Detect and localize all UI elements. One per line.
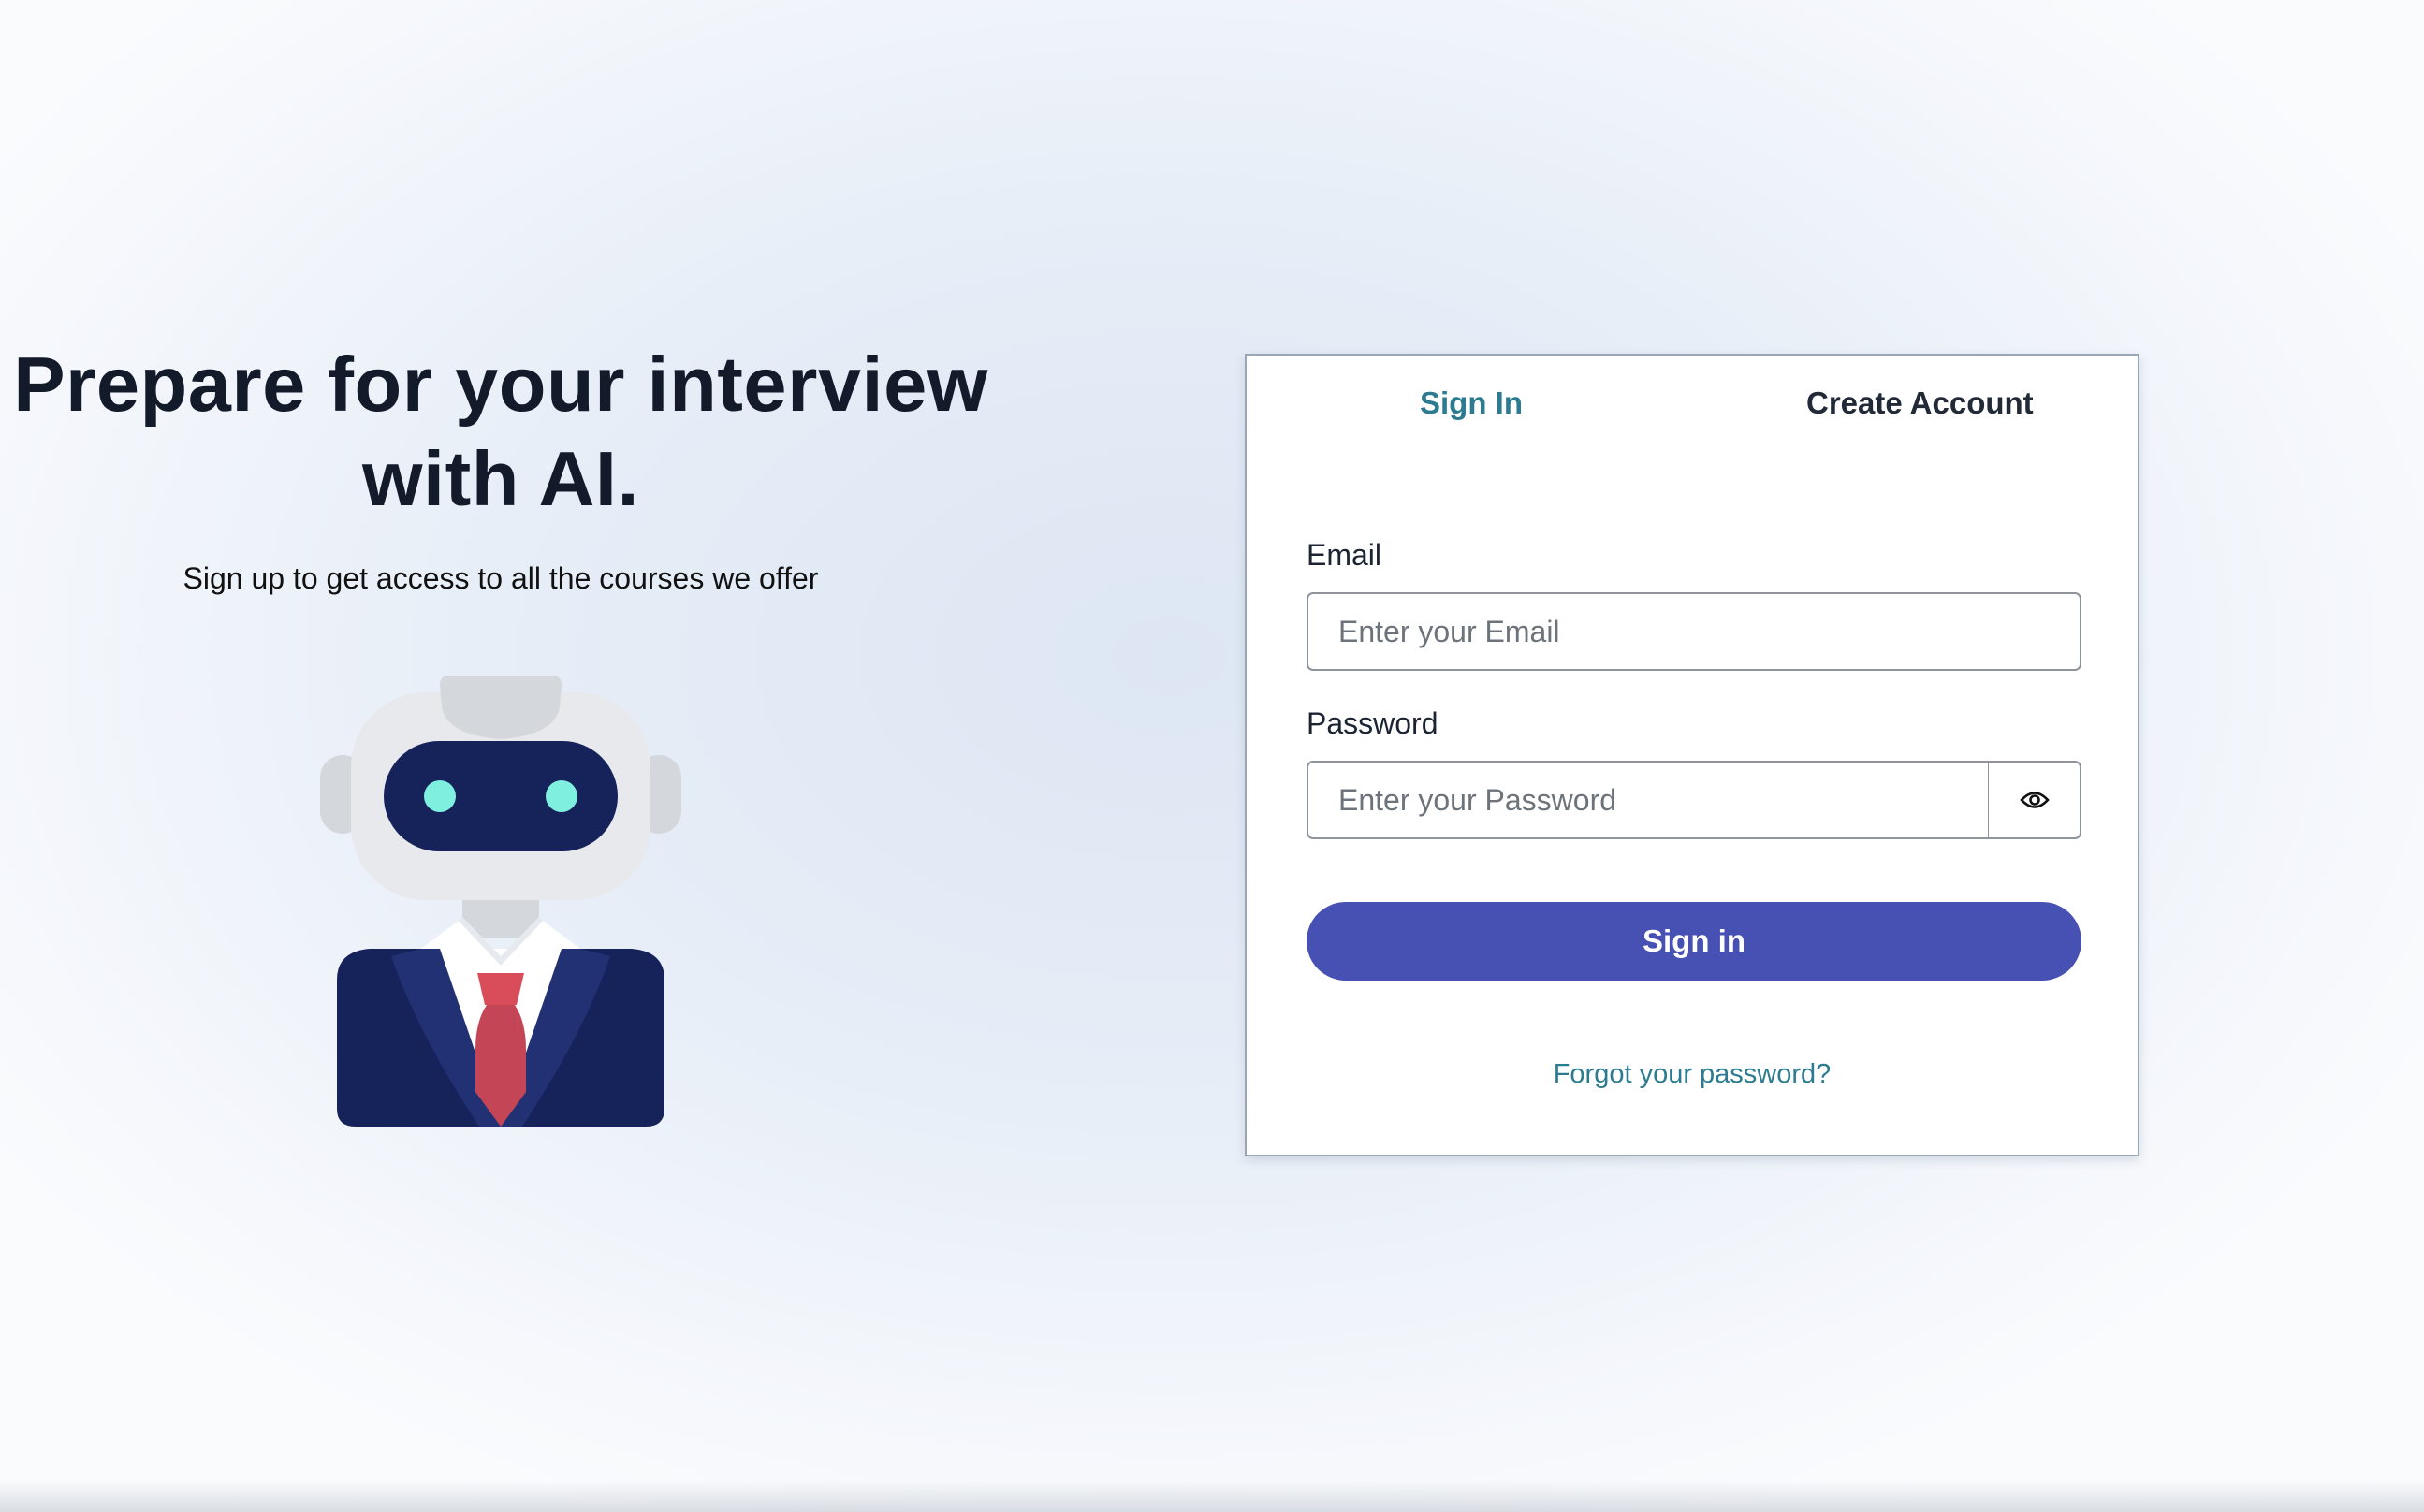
tab-create-account[interactable]: Create Account — [1806, 385, 2034, 421]
page-title: Prepare for your interview with AI. — [0, 337, 1001, 526]
robot-tie-knot — [477, 973, 524, 1005]
robot-right-eye — [546, 780, 577, 812]
title-line-2: with AI. — [362, 435, 639, 522]
bottom-shadow — [0, 1480, 2424, 1512]
email-field[interactable] — [1307, 592, 2081, 671]
robot-illustration — [320, 676, 681, 1127]
hero-subtitle: Sign up to get access to all the courses… — [183, 561, 819, 595]
email-label: Email — [1307, 538, 1382, 572]
robot-left-eye — [424, 780, 456, 812]
password-field[interactable] — [1307, 761, 1990, 839]
password-label: Password — [1307, 706, 1438, 740]
toggle-password-visibility-button[interactable] — [1988, 761, 2081, 839]
eye-icon — [2019, 792, 2050, 808]
title-line-1: Prepare for your interview — [13, 341, 988, 428]
auth-card: Sign In Create Account Email Password Si… — [1245, 354, 2139, 1156]
sign-in-button[interactable]: Sign in — [1307, 902, 2081, 981]
hero-section: Prepare for your interview with AI. Sign… — [0, 337, 1001, 596]
tab-sign-in[interactable]: Sign In — [1420, 385, 1523, 421]
auth-tabs: Sign In Create Account — [1247, 356, 2138, 449]
robot-visor — [384, 741, 618, 851]
forgot-password-link[interactable]: Forgot your password? — [1247, 1059, 2138, 1090]
